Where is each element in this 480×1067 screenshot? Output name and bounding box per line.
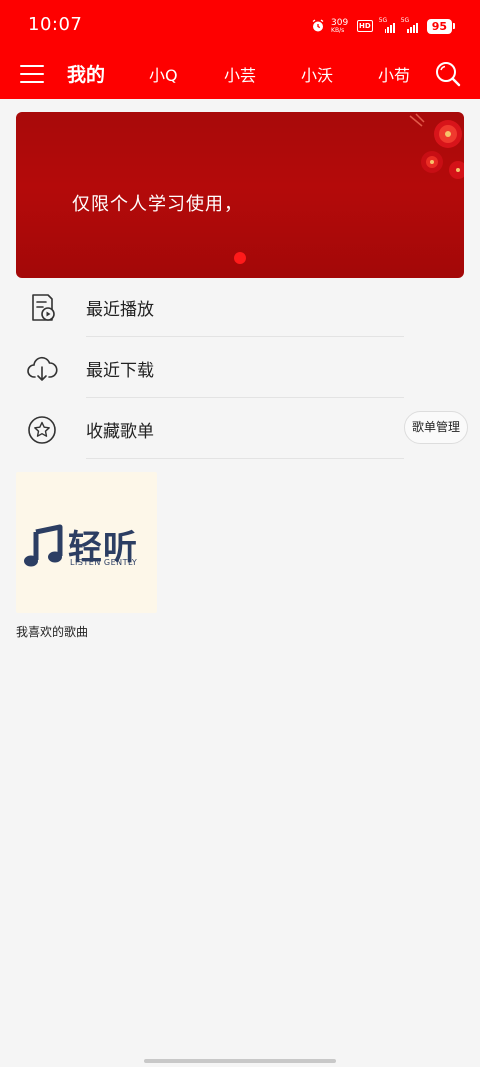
menu-item-recent-play[interactable]: 最近播放 <box>0 276 480 337</box>
tab-mine[interactable]: 我的 <box>67 60 105 87</box>
status-time: 10:07 <box>28 14 83 35</box>
tab-xiao-yun[interactable]: 小芸 <box>224 62 256 86</box>
recent-play-icon <box>32 294 55 321</box>
menu-item-label: 收藏歌单 <box>86 422 154 442</box>
music-note-icon <box>24 524 63 567</box>
star-icon <box>28 416 56 444</box>
cloud-download-icon <box>27 356 58 381</box>
tab-xiao-wo[interactable]: 小沃 <box>301 62 333 86</box>
hamburger-menu-icon[interactable] <box>20 63 44 85</box>
net-speed-value: 309 <box>331 17 349 28</box>
signal-label-1: 5G <box>378 17 388 24</box>
menu-item-label: 最近播放 <box>86 300 154 320</box>
alarm-icon <box>312 19 324 32</box>
playlist-manage-button[interactable]: 歌单管理 <box>404 411 468 444</box>
signal-icon-1: 5G <box>378 17 395 33</box>
carousel-indicator-dot <box>234 252 246 264</box>
divider <box>86 458 404 459</box>
status-icons: 309 KB/s HD 5G 5G 95 <box>311 16 456 36</box>
flower-decoration <box>409 113 464 179</box>
tab-xiao-gou[interactable]: 小苟 <box>378 62 410 86</box>
status-bar: 10:07 309 KB/s HD 5G 5G 95 <box>0 0 480 50</box>
net-speed-unit: KB/s <box>331 26 345 34</box>
playlist-cover: 轻听 LISTEN GENTLY <box>16 472 157 613</box>
signal-label-2: 5G <box>400 17 410 24</box>
tab-xiao-q[interactable]: 小Q <box>149 62 178 86</box>
banner-text: 仅限个人学习使用， <box>72 194 243 215</box>
playlist-name: 我喜欢的歌曲 <box>16 625 89 639</box>
logo-subtext: LISTEN GENTLY <box>70 558 138 567</box>
header: 10:07 309 KB/s HD 5G 5G 95 我的 小Q 小芸 小沃 小… <box>0 0 480 99</box>
menu-item-recent-download[interactable]: 最近下载 <box>0 337 480 398</box>
hd-badge: HD <box>357 20 373 32</box>
battery-indicator: 95 <box>426 18 456 34</box>
home-indicator[interactable] <box>144 1059 336 1063</box>
menu-item-label: 最近下载 <box>86 361 154 381</box>
net-speed: 309 KB/s <box>331 17 351 34</box>
top-nav: 我的 小Q 小芸 小沃 小苟 <box>0 56 480 92</box>
playlist-card[interactable]: 轻听 LISTEN GENTLY 我喜欢的歌曲 <box>16 472 157 640</box>
signal-icon-2: 5G <box>400 17 419 33</box>
search-icon[interactable] <box>434 60 462 88</box>
banner-carousel[interactable]: 仅限个人学习使用， <box>16 112 464 278</box>
